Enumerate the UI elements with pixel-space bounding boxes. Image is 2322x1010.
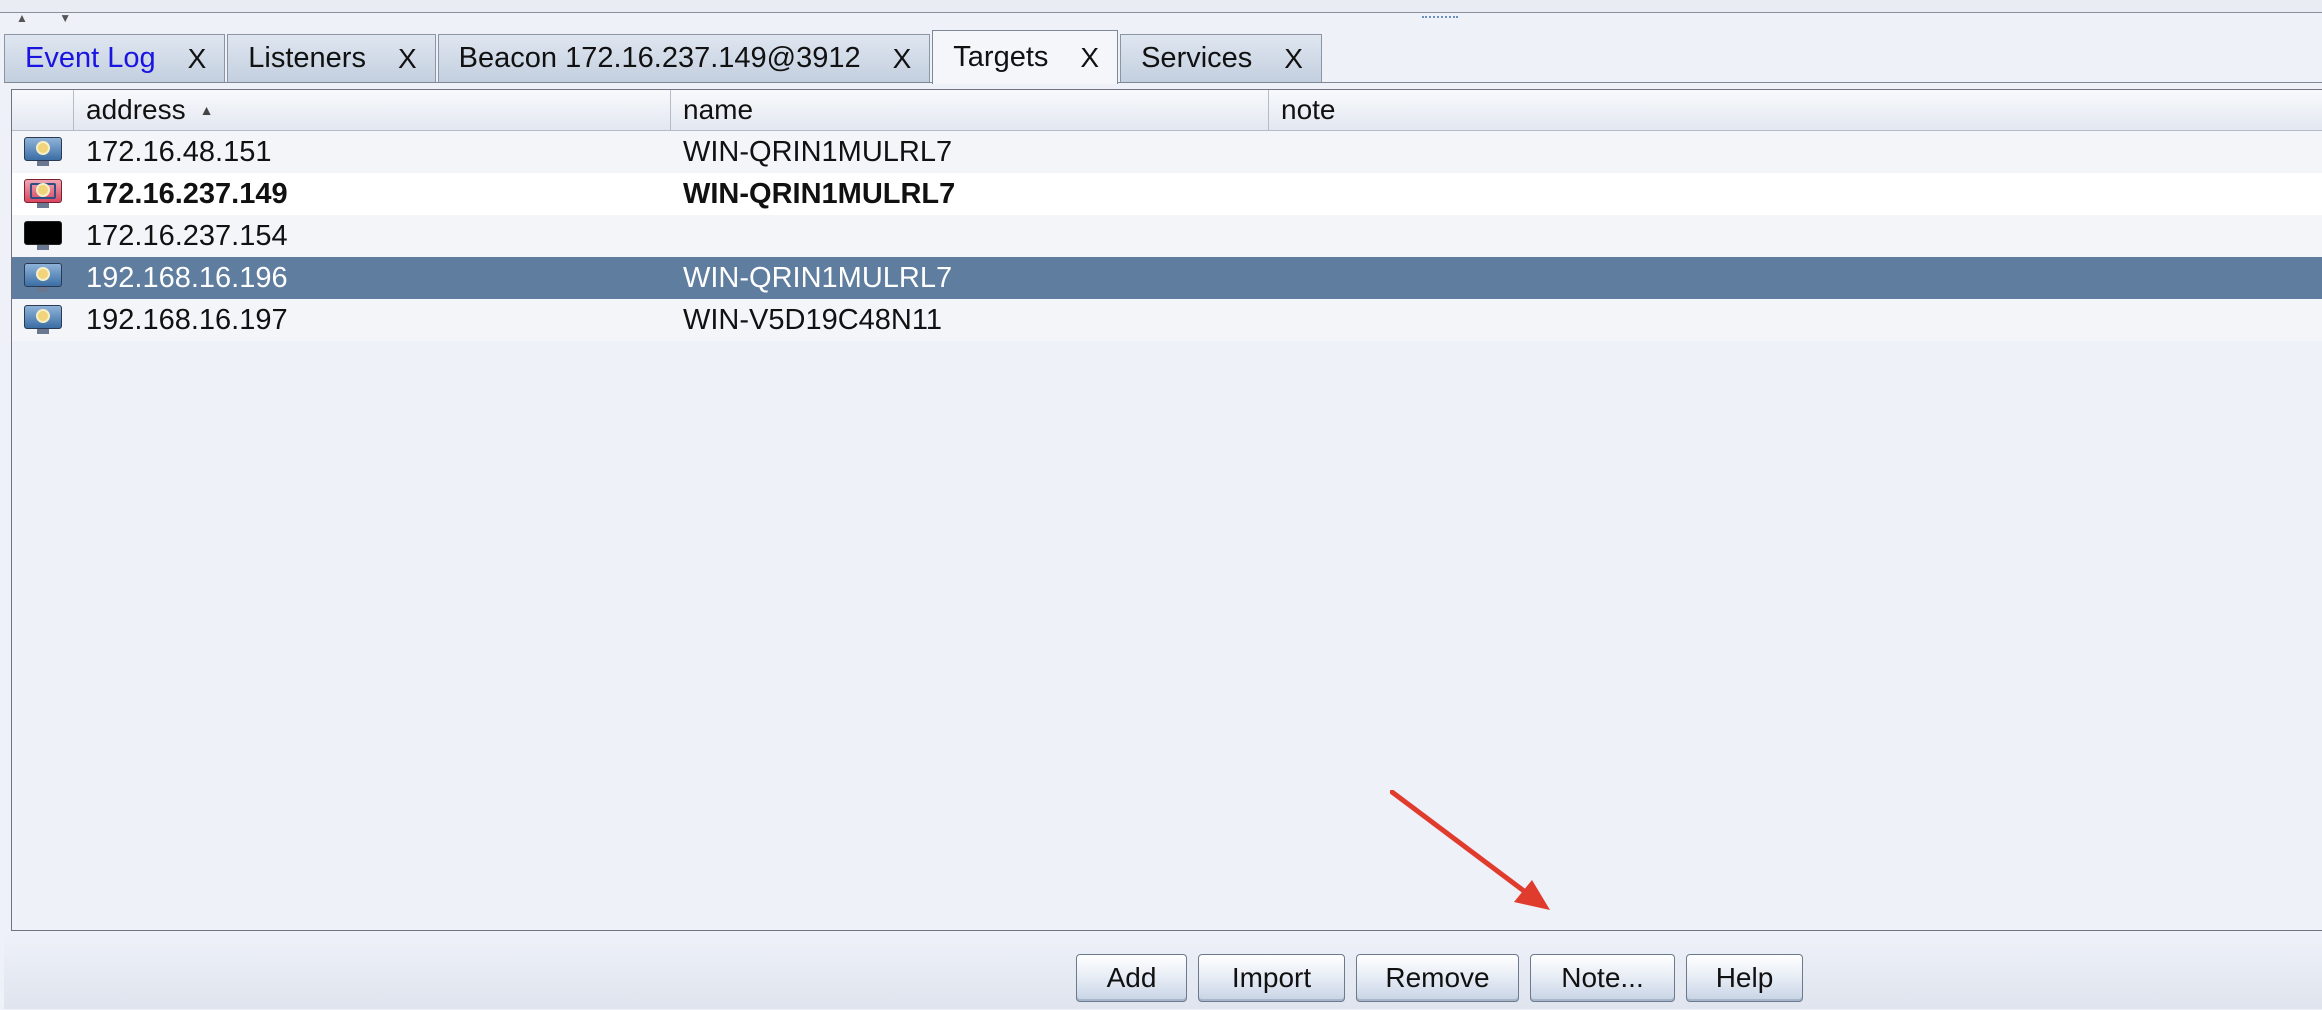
tab-label: Event Log	[25, 42, 156, 74]
tab-close-button[interactable]: X	[398, 43, 417, 75]
tab-label: Listeners	[248, 42, 366, 74]
tab-label: Beacon 172.16.237.149@3912	[458, 42, 861, 74]
column-header-note[interactable]: note	[1269, 90, 2322, 130]
cell-address: 172.16.237.154	[86, 219, 288, 252]
column-header-name[interactable]: name	[671, 90, 1269, 130]
cell-name: WIN-QRIN1MULRL7	[683, 177, 956, 210]
cell-address: 192.168.16.197	[86, 303, 288, 336]
note-button[interactable]: Note...	[1530, 954, 1675, 1002]
cell-address: 192.168.16.196	[86, 261, 288, 294]
tab-listeners[interactable]: Listeners X	[227, 34, 436, 82]
annotation-arrow-icon	[1390, 790, 1550, 910]
sort-ascending-icon: ▲	[199, 102, 214, 118]
targets-table: address ▲ name note 172.16.48.151 WIN-QR…	[11, 89, 2322, 931]
tab-label: Services	[1141, 42, 1253, 74]
column-header-address[interactable]: address ▲	[74, 90, 671, 130]
column-header-label: note	[1281, 94, 1336, 125]
tab-close-button[interactable]: X	[188, 43, 207, 75]
cell-name: WIN-V5D19C48N11	[683, 303, 942, 336]
tab-label: Targets	[953, 41, 1049, 73]
tab-services[interactable]: Services X	[1120, 34, 1322, 82]
tab-close-button[interactable]: X	[893, 43, 912, 75]
targets-panel: address ▲ name note 172.16.48.151 WIN-QR…	[4, 82, 2322, 1009]
tab-event-log[interactable]: Event Log X	[4, 34, 226, 82]
tab-targets[interactable]: Targets X	[932, 30, 1119, 84]
table-header: address ▲ name note	[12, 90, 2322, 131]
windows-host-icon	[24, 305, 62, 335]
help-button[interactable]: Help	[1686, 954, 1803, 1002]
split-pane-grip[interactable]	[1422, 16, 1458, 22]
cell-name: WIN-QRIN1MULRL7	[683, 135, 953, 168]
table-row[interactable]: 192.168.16.197 WIN-V5D19C48N11	[12, 299, 2322, 341]
tab-beacon[interactable]: Beacon 172.16.237.149@3912 X	[437, 34, 931, 82]
add-button[interactable]: Add	[1076, 954, 1187, 1002]
windows-host-icon	[24, 263, 62, 293]
column-header-label: address	[86, 94, 186, 125]
tab-close-button[interactable]: X	[1284, 43, 1303, 75]
column-header-icon[interactable]	[12, 90, 74, 130]
table-row-selected[interactable]: 192.168.16.196 WIN-QRIN1MULRL7	[12, 257, 2322, 299]
cell-address: 172.16.237.149	[86, 177, 288, 210]
unknown-host-icon	[24, 221, 62, 251]
tab-close-button[interactable]: X	[1080, 42, 1099, 74]
table-row[interactable]: 172.16.237.149 WIN-QRIN1MULRL7	[12, 173, 2322, 215]
windows-session-host-icon	[24, 179, 62, 209]
split-collapse-arrows[interactable]: ▲ ▼	[16, 12, 85, 24]
column-header-label: name	[683, 94, 754, 125]
remove-button[interactable]: Remove	[1356, 954, 1519, 1002]
button-bar: Add Import Remove Note... Help	[4, 934, 2322, 1009]
tab-bar: Event Log X Listeners X Beacon 172.16.23…	[4, 30, 1324, 84]
top-split-strip	[0, 0, 2322, 13]
windows-host-icon	[24, 137, 62, 167]
cell-address: 172.16.48.151	[86, 135, 272, 168]
table-row[interactable]: 172.16.237.154	[12, 215, 2322, 257]
cell-name: WIN-QRIN1MULRL7	[683, 261, 953, 294]
table-row[interactable]: 172.16.48.151 WIN-QRIN1MULRL7	[12, 131, 2322, 173]
import-button[interactable]: Import	[1198, 954, 1345, 1002]
